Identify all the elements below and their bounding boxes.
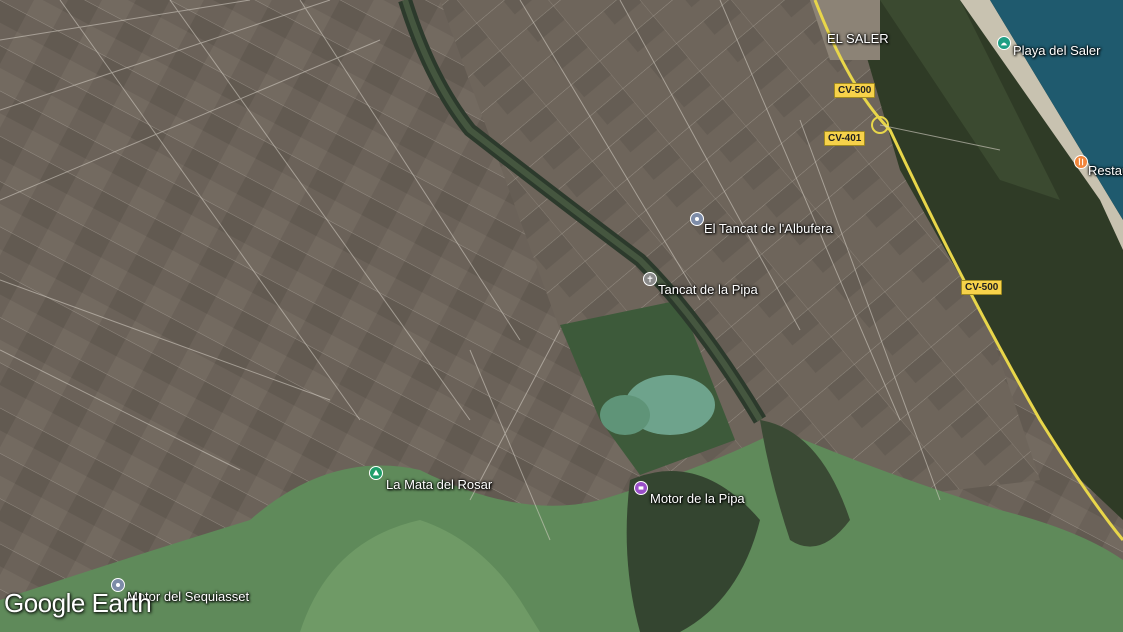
place-label-el-saler[interactable]: EL SALER [827, 32, 889, 46]
satellite-map[interactable]: EL SALER Playa del Saler Restau CV-500 C… [0, 0, 1123, 632]
place-label-mata-rosar[interactable]: La Mata del Rosar [386, 478, 492, 492]
road-shield-cv401: CV-401 [824, 131, 866, 146]
pin-icon[interactable] [643, 272, 657, 286]
road-shield-cv500-mid: CV-500 [961, 280, 1003, 295]
road-shield-cv500-top: CV-500 [834, 83, 876, 98]
beach-icon[interactable] [997, 36, 1011, 50]
google-earth-logo: Google Earth [4, 588, 152, 618]
park-icon[interactable] [369, 466, 383, 480]
place-label-playa-saler[interactable]: Playa del Saler [1013, 44, 1100, 58]
place-label-restaurant[interactable]: Restau [1088, 164, 1123, 178]
restaurant-icon[interactable] [1074, 155, 1088, 169]
place-label-motor-pipa[interactable]: Motor de la Pipa [650, 492, 745, 506]
place-label-tancat-pipa[interactable]: Tancat de la Pipa [658, 283, 758, 297]
pin-icon[interactable] [690, 212, 704, 226]
place-label-tancat-albufera[interactable]: El Tancat de l'Albufera [704, 222, 833, 236]
attraction-icon[interactable] [634, 481, 648, 495]
map-imagery [0, 0, 1123, 632]
